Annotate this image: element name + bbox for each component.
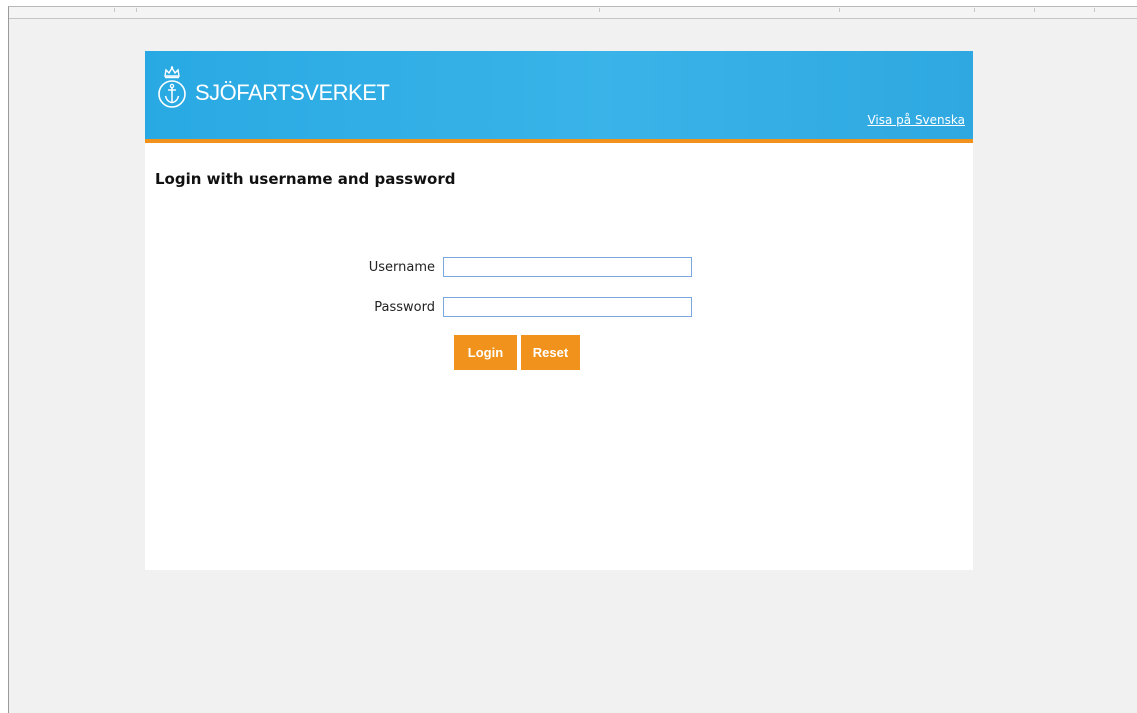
browser-viewport: SJÖFARTSVERKET Visa på Svenska Login wit… — [8, 6, 1137, 713]
form-actions: Login Reset — [454, 335, 580, 370]
username-row: Username — [145, 257, 692, 277]
strip-tick — [839, 8, 840, 12]
reset-button[interactable]: Reset — [521, 335, 580, 370]
strip-tick — [1094, 8, 1095, 12]
username-label: Username — [368, 259, 435, 275]
strip-tick — [974, 8, 975, 12]
login-page-panel: SJÖFARTSVERKET Visa på Svenska Login wit… — [145, 51, 973, 570]
page-title: Login with username and password — [155, 170, 456, 188]
password-input[interactable] — [443, 297, 692, 317]
password-label: Password — [374, 299, 435, 315]
header-banner: SJÖFARTSVERKET Visa på Svenska — [145, 51, 973, 143]
browser-top-strip — [9, 7, 1137, 19]
language-switch-link[interactable]: Visa på Svenska — [867, 113, 965, 127]
strip-tick — [114, 8, 115, 12]
crown-anchor-icon — [158, 66, 186, 108]
strip-tick — [599, 8, 600, 12]
brand-name: SJÖFARTSVERKET — [195, 80, 390, 105]
strip-tick — [136, 8, 137, 12]
login-button[interactable]: Login — [454, 335, 517, 370]
brand-logo[interactable]: SJÖFARTSVERKET — [155, 65, 390, 111]
strip-tick — [1034, 8, 1035, 12]
username-input[interactable] — [443, 257, 692, 277]
password-row: Password — [145, 297, 692, 317]
